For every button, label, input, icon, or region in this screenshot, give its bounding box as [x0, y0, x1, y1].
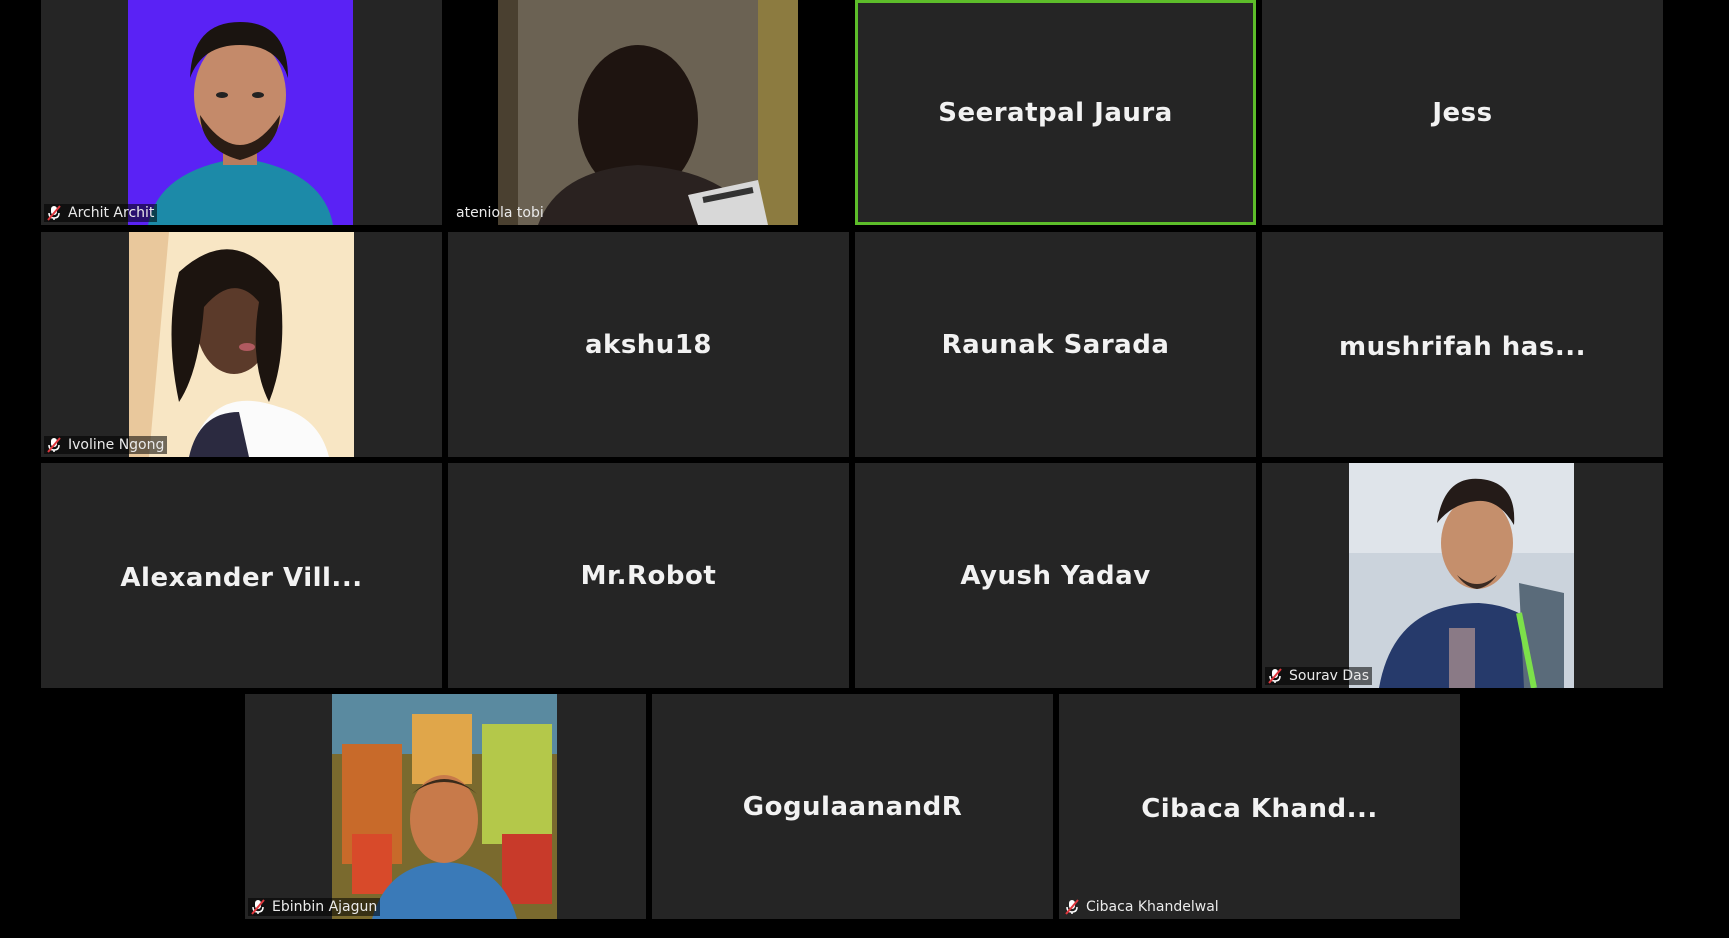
participant-name: Ivoline Ngong: [68, 437, 165, 453]
participant-tile[interactable]: Ivoline Ngong: [41, 232, 442, 457]
participant-name: Sourav Das: [1289, 668, 1370, 684]
participant-name-tag: Archit Archit: [44, 204, 158, 222]
mic-muted-icon: [47, 205, 61, 221]
participant-tile-active-speaker[interactable]: Seeratpal Jaura: [855, 0, 1256, 225]
participant-tile[interactable]: ateniola tobi: [448, 0, 849, 225]
participant-display-name: Ayush Yadav: [960, 560, 1151, 591]
participant-tile[interactable]: Raunak Sarada: [855, 232, 1256, 457]
participant-tile[interactable]: akshu18: [448, 232, 849, 457]
participant-photo: [332, 694, 557, 919]
participant-photo: [129, 232, 354, 457]
participant-name: Archit Archit: [68, 205, 155, 221]
participant-display-name: Mr.Robot: [580, 560, 717, 591]
mic-muted-icon: [1268, 668, 1282, 684]
participant-name-tag: Sourav Das: [1265, 667, 1373, 685]
participant-display-name: mushrifah has...: [1339, 331, 1586, 362]
participant-video-feed: [498, 0, 798, 225]
participant-display-name: Raunak Sarada: [941, 329, 1170, 360]
participant-tile[interactable]: Alexander Vill...: [41, 463, 442, 688]
participant-tile[interactable]: Cibaca Khand... Cibaca Khandelwal: [1059, 694, 1460, 919]
participant-name-tag: Cibaca Khandelwal: [1062, 898, 1222, 916]
gallery-view: Archit Archit ateniola tobi Seeratpal Ja…: [0, 0, 1729, 938]
participant-name-tag: Ebinbin Ajagun: [248, 898, 381, 916]
participant-display-name: Alexander Vill...: [120, 562, 363, 593]
participant-name: Cibaca Khandelwal: [1086, 899, 1219, 915]
participant-photo: [1349, 463, 1574, 688]
participant-name-tag: Ivoline Ngong: [44, 436, 168, 454]
participant-name: Ebinbin Ajagun: [272, 899, 378, 915]
participant-name: ateniola tobi: [456, 205, 544, 221]
participant-display-name: Cibaca Khand...: [1141, 793, 1378, 824]
participant-tile[interactable]: Archit Archit: [41, 0, 442, 225]
participant-display-name: akshu18: [584, 329, 712, 360]
participant-tile[interactable]: Jess: [1262, 0, 1663, 225]
participant-display-name: Jess: [1432, 97, 1493, 128]
participant-tile[interactable]: mushrifah has...: [1262, 232, 1663, 457]
participant-tile[interactable]: Sourav Das: [1262, 463, 1663, 688]
participant-photo: [128, 0, 353, 225]
participant-tile[interactable]: Mr.Robot: [448, 463, 849, 688]
mic-muted-icon: [1065, 899, 1079, 915]
mic-muted-icon: [251, 899, 265, 915]
participant-tile[interactable]: Ebinbin Ajagun: [245, 694, 646, 919]
mic-muted-icon: [47, 437, 61, 453]
participant-tile[interactable]: GogulaanandR: [652, 694, 1053, 919]
participant-name-tag: ateniola tobi: [454, 204, 547, 222]
participant-tile[interactable]: Ayush Yadav: [855, 463, 1256, 688]
participant-display-name: Seeratpal Jaura: [938, 97, 1173, 128]
participant-display-name: GogulaanandR: [742, 791, 963, 822]
